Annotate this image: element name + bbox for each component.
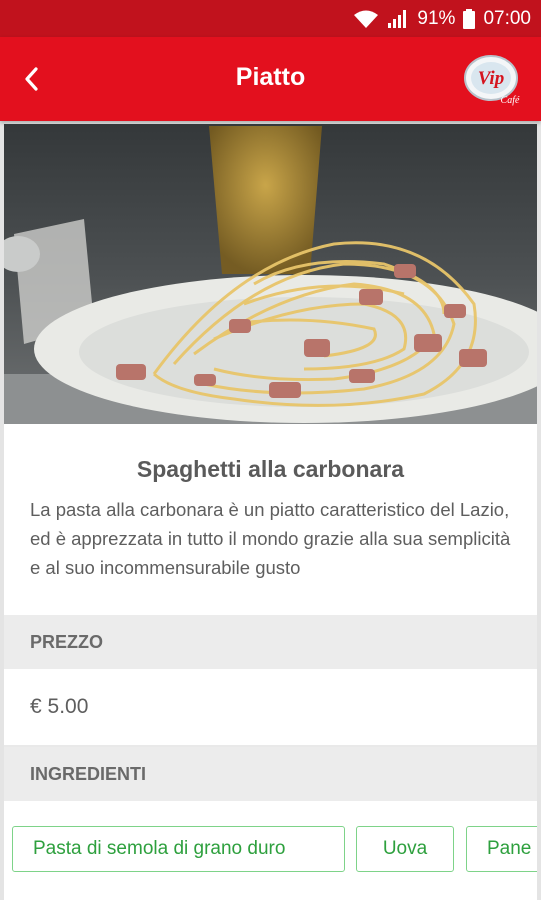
dish-name: Spaghetti alla carbonara [136, 456, 405, 482]
signal-icon [387, 9, 409, 29]
ingredients-section-header: INGREDIENTI [4, 747, 537, 801]
vip-cafe-logo: Vip Café [463, 53, 521, 107]
back-arrow-icon [25, 67, 38, 91]
dish-detail-card: Spaghetti alla carbonara La pasta alla c… [4, 124, 537, 900]
svg-text:Vip: Vip [478, 68, 504, 89]
price-value: € 5.00 [4, 669, 537, 747]
svg-text:Café: Café [501, 95, 520, 106]
app-bar: Piatto Vip Café [0, 37, 541, 121]
back-button[interactable] [12, 57, 52, 101]
price-section-header: PREZZO [4, 615, 537, 669]
battery-icon [463, 8, 476, 29]
dish-photo [4, 124, 537, 424]
ingredients-list: Pasta di semola di grano duro Uova Pane [4, 801, 537, 881]
ingredient-chip[interactable]: Pane [466, 826, 537, 872]
page-title: Piatto [235, 63, 306, 91]
status-bar: 91% 07:00 [0, 0, 541, 37]
battery-percent: 91% [417, 7, 456, 29]
wifi-icon [353, 9, 379, 29]
ingredient-chip[interactable]: Uova [356, 826, 454, 872]
dish-description: La pasta alla carbonara è un piatto cara… [30, 499, 511, 578]
clock: 07:00 [483, 7, 531, 29]
ingredient-chip[interactable]: Pasta di semola di grano duro [12, 826, 345, 872]
